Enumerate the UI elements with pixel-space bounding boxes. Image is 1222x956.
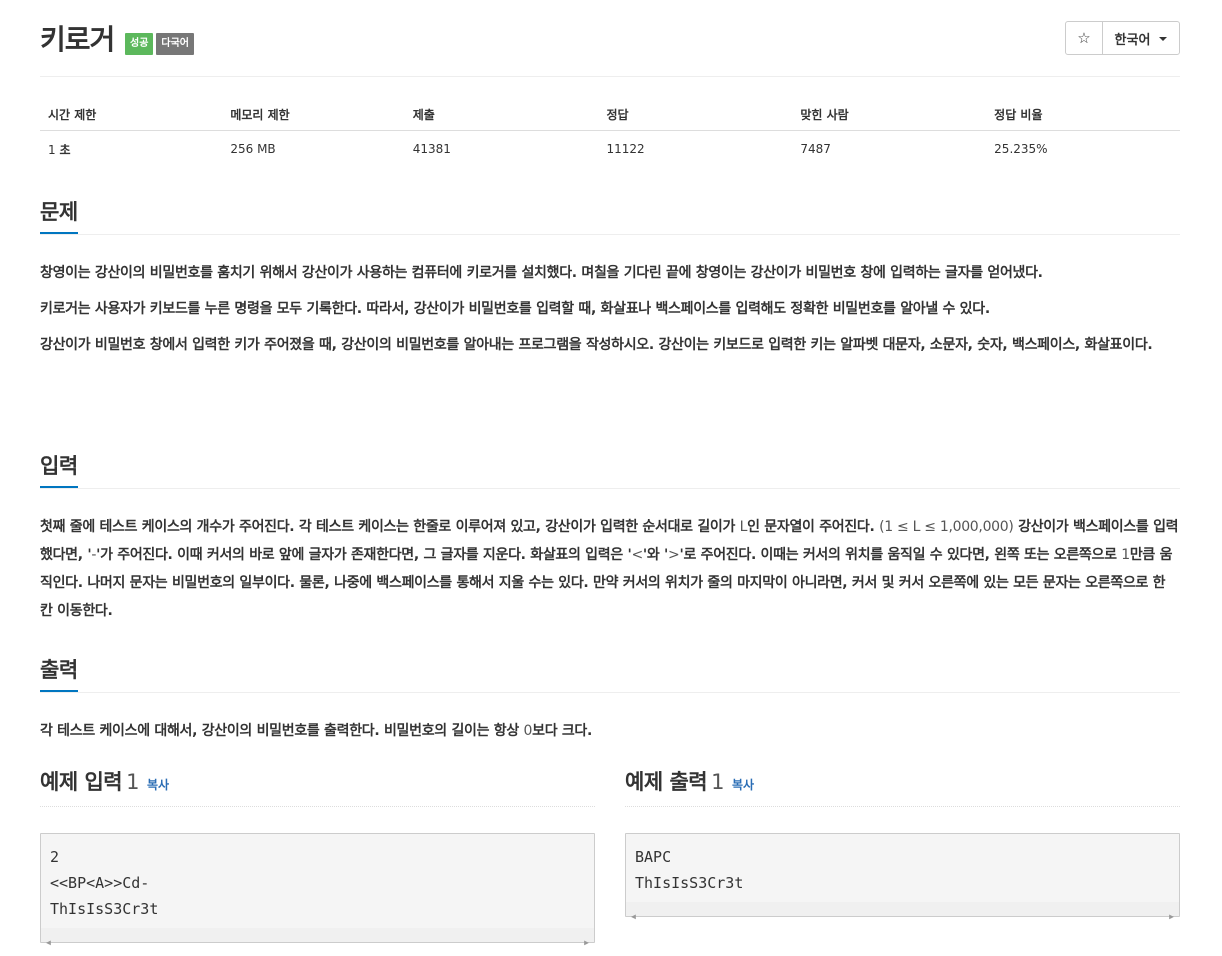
output-heading: 출력 [40,654,78,692]
input-heading-bar: 입력 [40,450,1180,489]
output-section: 출력 각 테스트 케이스에 대해서, 강산이의 비밀번호를 출력한다. 비밀번호… [40,654,1180,753]
caret-down-icon [1159,37,1168,41]
code-line: 2 [50,848,60,866]
input-section: 입력 첫째 줄에 테스트 케이스의 개수가 주어진다. 각 테스트 케이스는 한… [40,450,1180,633]
star-icon: ☆ [1077,29,1091,47]
input-heading: 입력 [40,450,78,488]
input-text-6: '로 주어진다. 이때는 커서의 위치를 움직일 수 있다면, 왼쪽 또는 오른… [679,547,1122,563]
header-memory-limit: 메모리 제한 [230,108,290,122]
time-limit-value: 1 [48,142,60,157]
description-section: 문제 창영이는 강산이의 비밀번호를 훔치기 위해서 강산이가 사용하는 컴퓨터… [40,196,1180,367]
header-ratio: 정답 비율 [994,108,1043,122]
output-zero: 0 [523,723,533,739]
output-body: 각 테스트 케이스에 대해서, 강산이의 비밀번호를 출력한다. 비밀번호의 길… [40,717,1180,745]
memory-limit-cell: 256 MB [230,142,276,156]
language-dropdown[interactable]: 한국어 [1103,22,1179,54]
table-header-row: 시간 제한 메모리 제한 제출 정답 맞힌 사람 정답 비율 [40,100,1180,131]
horizontal-scrollbar[interactable]: ◀ ▶ [626,902,1179,921]
ratio-cell: 25.235% [994,142,1048,156]
sample-output-block: 예제 출력 1 복사 BAPC ThIsIsS3Cr3t ◀ ▶ [625,766,1180,921]
description-body: 창영이는 강산이의 비밀번호를 훔치기 위해서 강산이가 사용하는 컴퓨터에 키… [40,259,1180,359]
input-constraint: (1 ≤ L ≤ 1,000,000) [879,519,1014,535]
problem-info-table: 시간 제한 메모리 제한 제출 정답 맞힌 사람 정답 비율 1 초 256 M… [40,100,1180,167]
header-accepted: 정답 [606,108,629,122]
status-badge-success: 성공 [125,33,154,55]
description-paragraph-1: 창영이는 강산이의 비밀번호를 훔치기 위해서 강산이가 사용하는 컴퓨터에 키… [40,265,1043,281]
badge-group: 성공 다국어 [125,33,195,55]
header-submissions: 제출 [412,108,435,122]
sample-output-heading: 예제 출력 [625,770,708,794]
horizontal-scrollbar[interactable]: ◀ ▶ [41,928,594,947]
input-left-arrow-char: < [631,547,643,563]
submissions-cell: 41381 [412,142,451,156]
sample-output-code[interactable]: BAPC ThIsIsS3Cr3t ◀ ▶ [625,833,1180,921]
header-time-limit: 시간 제한 [48,108,97,122]
sample-input-block: 예제 입력 1 복사 2 <<BP<A>>Cd- ThIsIsS3Cr3t ◀ ▶ [40,766,595,947]
input-text-2: 인 문자열이 주어진다. [747,519,880,535]
time-limit-cell: 1 초 [40,141,222,158]
time-limit-unit: 초 [59,142,71,157]
language-label: 한국어 [1114,32,1151,48]
star-button[interactable]: ☆ [1066,22,1103,54]
copy-input-button[interactable]: 복사 [147,778,169,792]
solvers-cell: 7487 [800,142,831,156]
input-body: 첫째 줄에 테스트 케이스의 개수가 주어진다. 각 테스트 케이스는 한줄로 … [40,513,1180,625]
header-button-group: ☆ 한국어 [1065,21,1180,55]
sample-output-number: 1 [711,770,724,794]
description-paragraph-2: 키로거는 사용자가 키보드를 누른 명령을 모두 기록한다. 따라서, 강산이가… [40,301,990,317]
description-heading: 문제 [40,196,78,234]
problem-header: 키로거 성공 다국어 ☆ 한국어 [40,0,1180,77]
copy-output-button[interactable]: 복사 [732,778,754,792]
input-text-1: 첫째 줄에 테스트 케이스의 개수가 주어진다. 각 테스트 케이스는 한줄로 … [40,519,740,535]
output-text-1: 각 테스트 케이스에 대해서, 강산이의 비밀번호를 출력한다. 비밀번호의 길… [40,723,524,739]
header-solvers: 맞힌 사람 [800,108,849,122]
input-text-4: '가 주어진다. 이때 커서의 바로 앞에 글자가 존재한다면, 그 글자를 지… [96,547,632,563]
code-line: <<BP<A>>Cd- [50,874,150,892]
sample-input-code[interactable]: 2 <<BP<A>>Cd- ThIsIsS3Cr3t ◀ ▶ [40,833,595,947]
input-one: 1 [1121,547,1130,563]
input-paragraph: 첫째 줄에 테스트 케이스의 개수가 주어진다. 각 테스트 케이스는 한줄로 … [40,513,1180,625]
accepted-cell: 11122 [606,142,645,156]
input-text-5: '와 ' [642,547,669,563]
scroll-right-icon[interactable]: ▶ [584,930,589,956]
output-text-2: 보다 크다. [532,723,593,739]
description-heading-bar: 문제 [40,196,1180,235]
sample-input-number: 1 [126,770,139,794]
sample-input-heading-bar: 예제 입력 1 복사 [40,766,595,807]
scroll-left-icon[interactable]: ◀ [631,904,636,930]
scroll-right-icon[interactable]: ▶ [1169,904,1174,930]
sample-input-heading: 예제 입력 [40,770,123,794]
code-line: ThIsIsS3Cr3t [635,874,744,892]
input-right-arrow-char: > [668,547,680,563]
problem-page: 키로거 성공 다국어 ☆ 한국어 시간 제한 메모리 제한 제출 정답 맞힌 사… [40,0,1180,947]
sample-output-heading-bar: 예제 출력 1 복사 [625,766,1180,807]
code-line: BAPC [635,848,672,866]
description-paragraph-3: 강산이가 비밀번호 창에서 입력한 키가 주어졌을 때, 강산이의 비밀번호를 … [40,337,1153,353]
page-title: 키로거 [40,23,115,56]
output-paragraph: 각 테스트 케이스에 대해서, 강산이의 비밀번호를 출력한다. 비밀번호의 길… [40,717,1180,745]
multilang-badge: 다국어 [156,33,195,55]
code-line: ThIsIsS3Cr3t [50,900,159,918]
scroll-left-icon[interactable]: ◀ [46,930,51,956]
output-heading-bar: 출력 [40,654,1180,693]
table-row: 1 초 256 MB 41381 11122 7487 25.235% [40,131,1180,167]
